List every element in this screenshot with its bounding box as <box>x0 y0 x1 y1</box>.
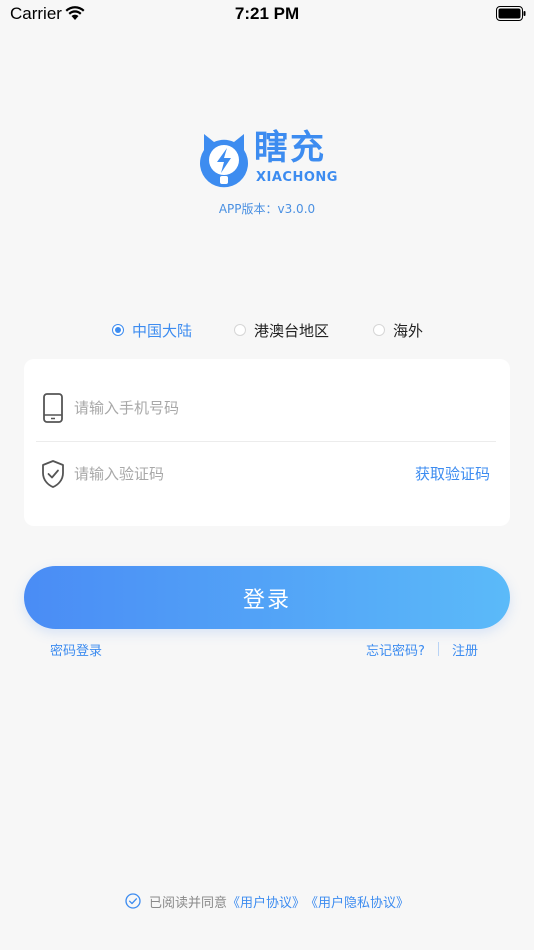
logo-name-cn: 瞎充 <box>254 128 326 168</box>
form-divider <box>36 441 496 442</box>
verification-code-input[interactable] <box>74 459 374 489</box>
clock: 7:21 PM <box>234 4 300 23</box>
link-divider <box>438 642 439 656</box>
agreement-checkbox-icon[interactable] <box>125 893 141 909</box>
login-form-card: 获取验证码 <box>24 359 510 526</box>
register-link[interactable]: 注册 <box>452 640 478 659</box>
password-login-link[interactable]: 密码登录 <box>50 640 102 659</box>
region-label: 港澳台地区 <box>254 321 330 340</box>
region-option-overseas[interactable]: 海外 <box>373 318 423 342</box>
phone-icon <box>43 393 63 423</box>
agreement-prefix: 已阅读并同意 <box>148 895 227 911</box>
phone-field-row <box>24 375 510 441</box>
privacy-agreement-link[interactable]: 《用户隐私协议》 <box>305 892 409 911</box>
status-bar: Carrier 7:21 PM <box>0 0 534 28</box>
lightning-cat-icon <box>200 134 248 188</box>
app-version: APP版本：v3.0.0 <box>218 202 316 216</box>
user-agreement-link[interactable]: 《用户协议》 <box>227 892 305 911</box>
radio-selected-icon <box>112 324 124 336</box>
login-button[interactable]: 登录 <box>24 566 510 629</box>
radio-unselected-icon <box>373 324 385 336</box>
app-logo: 瞎充 XIACHONG <box>196 128 338 192</box>
region-option-mainland[interactable]: 中国大陆 <box>112 318 192 342</box>
region-selector: 中国大陆 港澳台地区 海外 <box>0 318 534 342</box>
logo-name-en: XIACHONG <box>256 170 338 185</box>
get-code-button[interactable]: 获取验证码 <box>415 463 490 484</box>
region-label: 海外 <box>393 321 424 340</box>
agreement-row: 已阅读并同意 《用户协议》 《用户隐私协议》 <box>0 890 534 912</box>
region-option-hk-macau-taiwan[interactable]: 港澳台地区 <box>234 318 329 342</box>
forgot-password-link[interactable]: 忘记密码? <box>366 640 425 659</box>
shield-check-icon <box>42 460 64 488</box>
phone-input[interactable] <box>74 393 474 423</box>
radio-unselected-icon <box>234 324 246 336</box>
battery-icon <box>496 6 526 21</box>
region-label: 中国大陆 <box>132 321 193 340</box>
